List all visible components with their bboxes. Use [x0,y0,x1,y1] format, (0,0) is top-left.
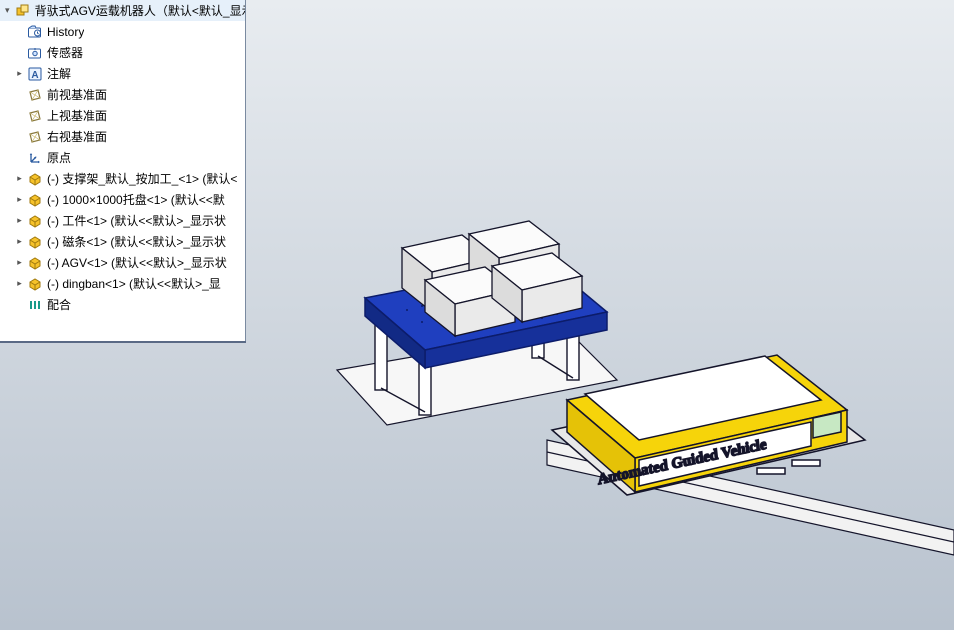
chevron-right-icon[interactable]: ▸ [14,173,25,184]
scene-svg: Automated Guided Vehicle [247,0,954,630]
chevron-down-icon[interactable]: ▾ [2,5,13,16]
tree-item[interactable]: ▸History [0,21,245,42]
assembly-icon [15,3,31,19]
panel-divider[interactable] [0,341,246,343]
part-icon [27,192,43,208]
chevron-right-icon[interactable]: ▸ [14,257,25,268]
chevron-right-icon[interactable]: ▸ [14,194,25,205]
tree-root-item[interactable]: ▾ 背驮式AGV运载机器人（默认<默认_显示 [0,0,245,21]
chevron-right-icon[interactable]: ▸ [14,68,25,79]
tree-item-label: (-) 支撑架_默认_按加工_<1> (默认< [47,170,237,187]
feature-tree-panel: ▾ 背驮式AGV运载机器人（默认<默认_显示 ▸History▸传感器▸A注解▸… [0,0,246,342]
tree-item-label: 前视基准面 [47,86,107,103]
tree-item-label: 右视基准面 [47,128,107,145]
tree-root-label: 背驮式AGV运载机器人（默认<默认_显示 [35,2,245,19]
tree-item[interactable]: ▸ (-) 磁条<1> (默认<<默认>_显示状 [0,231,245,252]
tree-item[interactable]: ▸ (-) 1000×1000托盘<1> (默认<<默 [0,189,245,210]
tree-item[interactable]: ▸ (-) dingban<1> (默认<<默认>_显 [0,273,245,294]
part-icon [27,255,43,271]
tree-item-label: 原点 [47,149,71,166]
tree-item-label: 上视基准面 [47,107,107,124]
folder-history-icon [27,24,43,40]
tree-item-label: History [47,25,84,39]
tree-item[interactable]: ▸右视基准面 [0,126,245,147]
tree-item[interactable]: ▸ A 注解 [0,63,245,84]
tree-item[interactable]: ▸传感器 [0,42,245,63]
tree-item[interactable]: ▸原点 [0,147,245,168]
tree-item[interactable]: ▸ (-) 支撑架_默认_按加工_<1> (默认< [0,168,245,189]
tree-item[interactable]: ▸ (-) AGV<1> (默认<<默认>_显示状 [0,252,245,273]
plane-icon [27,108,43,124]
plane-icon [27,129,43,145]
tree-item-label: (-) 1000×1000托盘<1> (默认<<默 [47,191,225,208]
mates-icon [27,297,43,313]
part-icon [27,234,43,250]
annotation-icon: A [27,66,43,82]
part-icon [27,213,43,229]
plane-icon [27,87,43,103]
origin-icon [27,150,43,166]
tree-item[interactable]: ▸ (-) 工件<1> (默认<<默认>_显示状 [0,210,245,231]
chevron-right-icon[interactable]: ▸ [14,236,25,247]
tree-item[interactable]: ▸上视基准面 [0,105,245,126]
tree-item[interactable]: ▸配合 [0,294,245,315]
svg-text:A: A [31,70,38,81]
chevron-right-icon[interactable]: ▸ [14,215,25,226]
part-icon [27,171,43,187]
tree-item-label: 注解 [47,65,71,82]
tree-item-label: (-) 工件<1> (默认<<默认>_显示状 [47,212,226,229]
tree-item[interactable]: ▸前视基准面 [0,84,245,105]
tree-item-label: (-) AGV<1> (默认<<默认>_显示状 [47,254,227,271]
tree-item-label: 传感器 [47,44,83,61]
part-icon [27,276,43,292]
tree-item-label: 配合 [47,296,71,313]
folder-sensor-icon [27,45,43,61]
tree-item-label: (-) dingban<1> (默认<<默认>_显 [47,275,221,292]
viewport-3d[interactable]: Automated Guided Vehicle [247,0,954,630]
chevron-right-icon[interactable]: ▸ [14,278,25,289]
tree-item-label: (-) 磁条<1> (默认<<默认>_显示状 [47,233,226,250]
